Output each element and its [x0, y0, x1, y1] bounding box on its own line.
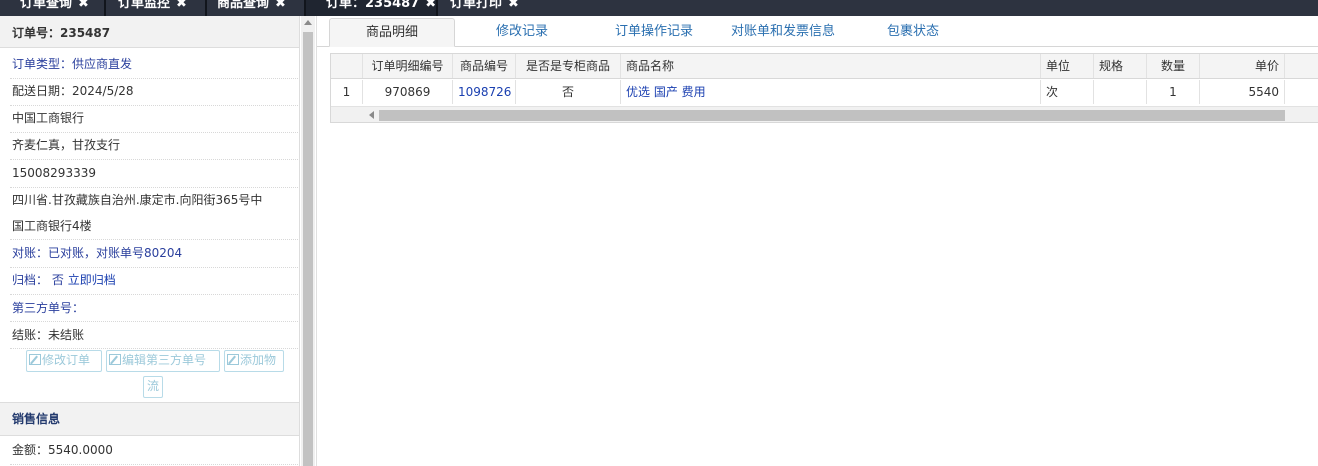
order-type: 订单类型：供应商直发: [12, 57, 133, 71]
divider: [10, 321, 298, 322]
tab-modify-history[interactable]: 修改记录: [477, 18, 567, 47]
divider: [10, 294, 298, 295]
detail-number-cell: 970869: [363, 80, 453, 104]
tab-reconcile-invoice[interactable]: 对账单和发票信息: [721, 18, 845, 47]
divider: [10, 105, 298, 106]
order-number: 订单号：235487: [12, 26, 111, 40]
counter-product-cell: 否: [516, 80, 621, 104]
top-tab-label: 订单：235487: [326, 0, 420, 11]
add-logistics-button[interactable]: 添加物: [224, 350, 284, 372]
spec-cell: [1094, 80, 1147, 104]
add-logistics-button-wrap[interactable]: 流: [143, 376, 163, 398]
bank-name: 中国工商银行: [12, 111, 85, 125]
order-detail-panel: 商品明细 修改记录 订单操作记录 对账单和发票信息 包裹状态 订单明细编号 商品…: [316, 16, 1318, 466]
edit-order-button[interactable]: 修改订单: [26, 350, 102, 372]
close-icon[interactable]: ✖: [78, 0, 89, 13]
top-tab-product-query[interactable]: 商品查询 ✖: [197, 0, 304, 16]
divider: [10, 464, 298, 465]
top-tab-order-monitor[interactable]: 订单监控 ✖: [98, 0, 205, 16]
top-tab-label: 订单监控: [118, 0, 171, 11]
row-number: 1: [331, 80, 363, 104]
archive-value: 否: [51, 273, 64, 287]
add-logistics-label-2: 流: [147, 379, 160, 393]
archive-status: 归档： 否 立即归档: [12, 272, 298, 288]
edit-icon: [29, 354, 41, 365]
top-tab-label: 订单查询: [20, 0, 73, 11]
edit-icon: [227, 354, 239, 365]
table-header: 订单明细编号 商品编号 是否是专柜商品 商品名称 单位 规格 数量 单价: [331, 54, 1318, 79]
detail-tabs: 商品明细 修改记录 订单操作记录 对账单和发票信息 包裹状态: [317, 16, 1318, 47]
column-header[interactable]: 订单明细编号: [363, 54, 453, 78]
top-tab-bar: 订单查询 ✖ 订单监控 ✖ 商品查询 ✖ 订单：235487 ✖ 订单打印 ✖: [0, 0, 1318, 16]
scrollbar-thumb[interactable]: [379, 110, 1285, 121]
close-icon[interactable]: ✖: [275, 0, 286, 13]
tab-product-detail[interactable]: 商品明细: [329, 18, 455, 47]
order-info-panel: 订单号：235487 订单类型：供应商直发 配送日期：2024/5/28 中国工…: [0, 16, 300, 466]
scroll-up-icon[interactable]: [304, 20, 312, 25]
top-tab-order-detail[interactable]: 订单：235487 ✖: [306, 0, 436, 16]
divider: [10, 159, 298, 160]
column-header[interactable]: 商品名称: [621, 54, 1041, 78]
close-icon[interactable]: ✖: [176, 0, 187, 13]
scroll-left-icon[interactable]: [369, 111, 374, 119]
price-cell: 5540: [1200, 80, 1285, 104]
divider: [10, 187, 298, 188]
top-tab-order-print[interactable]: 订单打印 ✖: [430, 0, 540, 16]
table-horizontal-scrollbar[interactable]: [331, 106, 1318, 122]
delivery-date: 配送日期：2024/5/28: [12, 84, 134, 98]
left-panel-scrollbar[interactable]: [301, 16, 315, 466]
divider: [10, 267, 298, 268]
product-number-link[interactable]: 1098726: [453, 80, 516, 104]
divider: [10, 348, 298, 349]
settle-status: 结账：未结账: [12, 328, 85, 342]
top-tab-order-query[interactable]: 订单查询 ✖: [0, 0, 104, 16]
sales-info-title: 销售信息: [12, 412, 61, 426]
third-party-number: 第三方单号：: [12, 301, 85, 315]
unit-cell: 次: [1041, 80, 1094, 104]
divider: [10, 239, 298, 240]
archive-now-link[interactable]: 立即归档: [68, 273, 116, 287]
column-header[interactable]: 单位: [1041, 54, 1094, 78]
sales-amount: 金额：5540.0000: [12, 443, 113, 457]
contact-name: 齐麦仁真，甘孜支行: [12, 138, 121, 152]
edit-icon: [109, 354, 121, 365]
scrollbar-thumb[interactable]: [303, 32, 313, 466]
divider: [10, 132, 298, 133]
top-tab-label: 订单打印: [450, 0, 503, 11]
quantity-cell: 1: [1147, 80, 1200, 104]
address-line-1: 四川省.甘孜藏族自治州.康定市.向阳街365号中: [12, 193, 263, 207]
phone-number: 15008293339: [12, 166, 96, 180]
column-header[interactable]: 商品编号: [453, 54, 516, 78]
archive-label: 归档：: [12, 273, 49, 287]
edit-third-party-label: 编辑第三方单号: [122, 353, 207, 367]
column-header[interactable]: 规格: [1094, 54, 1147, 78]
edit-order-label: 修改订单: [42, 353, 91, 367]
product-name-link[interactable]: 优选 国产 费用: [621, 80, 1041, 104]
column-header[interactable]: 单价: [1200, 54, 1285, 78]
address-line-2: 国工商银行4楼: [12, 219, 92, 233]
tab-operation-history[interactable]: 订单操作记录: [599, 18, 709, 47]
reconcile-status: 对账：已对账，对账单号80204: [12, 246, 183, 260]
column-header[interactable]: 数量: [1147, 54, 1200, 78]
close-icon[interactable]: ✖: [508, 0, 519, 13]
edit-third-party-button[interactable]: 编辑第三方单号: [106, 350, 220, 372]
divider: [10, 78, 298, 79]
top-tab-label: 商品查询: [217, 0, 270, 11]
add-logistics-label: 添加物: [240, 353, 277, 367]
tab-package-status[interactable]: 包裹状态: [873, 18, 953, 47]
column-header[interactable]: 是否是专柜商品: [516, 54, 621, 78]
row-number-header: [331, 54, 363, 78]
product-detail-table: 订单明细编号 商品编号 是否是专柜商品 商品名称 单位 规格 数量 单价 1 9…: [330, 53, 1318, 123]
